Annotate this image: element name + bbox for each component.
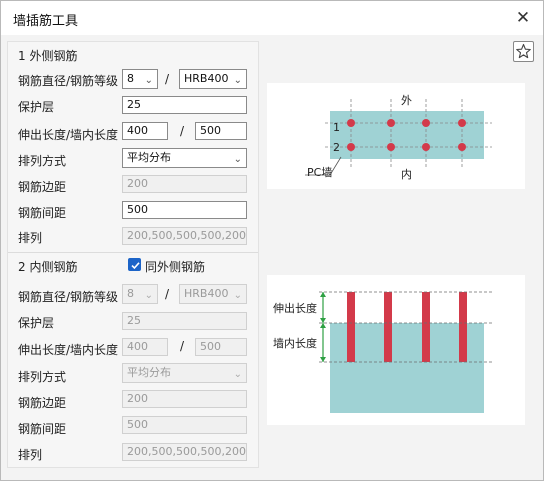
chevron-down-icon: ⌄: [233, 369, 242, 380]
close-icon[interactable]: ✕: [513, 8, 533, 28]
slash-separator: /: [165, 287, 170, 301]
inner-cover-input: 25: [122, 312, 247, 330]
outer-cover-input[interactable]: 25: [122, 96, 247, 114]
outer-diameter-select[interactable]: 8 ⌄: [122, 69, 158, 89]
window-title: 墙插筋工具: [13, 14, 79, 29]
inner-length-label: 伸出长度/墙内长度: [18, 343, 119, 357]
outer-grade-select[interactable]: HRB400 ⌄: [179, 69, 247, 89]
pc-wall-label: PC墙: [307, 165, 332, 179]
inner-layout-label: 排列: [18, 448, 43, 462]
chevron-down-icon: ⌄: [233, 154, 242, 165]
row1-label: 1: [333, 121, 340, 134]
same-as-outer-label[interactable]: 同外侧钢筋: [145, 258, 205, 275]
inside-label: 内: [401, 167, 412, 181]
outer-spacing-label: 钢筋间距: [18, 206, 67, 220]
outer-in-length-input[interactable]: 500: [195, 122, 247, 140]
tool-window: 墙插筋工具 ✕ 1 外侧钢筋 钢筋直径/钢筋等级 8 ⌄ / HRB400 ⌄ …: [0, 0, 544, 481]
star-icon[interactable]: [513, 41, 534, 62]
outside-label: 外: [401, 94, 412, 107]
outer-length-label: 伸出长度/墙内长度: [18, 128, 119, 142]
inner-cover-label: 保护层: [18, 316, 55, 330]
plan-diagram: 外 内 1 2 PC墙: [267, 83, 525, 189]
inner-spacing-input: 500: [122, 416, 247, 434]
section-diagram: 伸出长度 墙内长度: [267, 275, 525, 425]
inner-diameter-label: 钢筋直径/钢筋等级: [18, 290, 119, 304]
outer-layout-input: 200,500,500,500,200: [122, 227, 247, 245]
inner-out-length-input: 400: [122, 338, 168, 356]
inner-diameter-value: 8: [127, 287, 134, 300]
outer-arrange-select[interactable]: 平均分布 ⌄: [122, 148, 247, 168]
title-bar: 墙插筋工具 ✕: [1, 1, 543, 35]
outer-edge-label: 钢筋边距: [18, 180, 67, 194]
section-divider: [8, 252, 258, 253]
inner-grade-select: HRB400 ⌄: [179, 284, 247, 304]
chevron-down-icon: ⌄: [144, 290, 153, 301]
outer-grade-value: HRB400: [184, 72, 229, 85]
outer-edge-input: 200: [122, 175, 247, 193]
outer-out-length-input[interactable]: 400: [122, 122, 168, 140]
settings-panel: 1 外侧钢筋 钢筋直径/钢筋等级 8 ⌄ / HRB400 ⌄ 保护层 25 伸…: [7, 41, 259, 468]
outer-diameter-label: 钢筋直径/钢筋等级: [18, 74, 119, 88]
inner-diameter-select: 8 ⌄: [122, 284, 158, 304]
outer-section-header: 1 外侧钢筋: [18, 49, 78, 63]
inner-layout-input: 200,500,500,500,200: [122, 443, 247, 461]
inner-spacing-label: 钢筋间距: [18, 422, 67, 436]
inner-edge-input: 200: [122, 390, 247, 408]
outer-diameter-value: 8: [127, 72, 134, 85]
outer-arrange-value: 平均分布: [127, 151, 171, 164]
slash-separator: /: [165, 72, 170, 86]
pc-wall-rect: [330, 111, 484, 159]
inner-in-length-input: 500: [195, 338, 247, 356]
inner-arrange-select: 平均分布 ⌄: [122, 363, 247, 383]
slash-separator: /: [180, 124, 185, 138]
outer-cover-label: 保护层: [18, 100, 55, 114]
extend-length-label: 伸出长度: [273, 301, 317, 315]
inner-grade-value: HRB400: [184, 287, 229, 300]
inner-arrange-value: 平均分布: [127, 366, 171, 379]
chevron-down-icon: ⌄: [233, 75, 242, 86]
inner-length-label: 墙内长度: [273, 336, 317, 350]
inner-section-header: 2 内侧钢筋: [18, 260, 78, 274]
chevron-down-icon: ⌄: [233, 290, 242, 301]
inner-edge-label: 钢筋边距: [18, 396, 67, 410]
outer-layout-label: 排列: [18, 231, 43, 245]
row2-label: 2: [333, 141, 340, 154]
same-as-outer-checkbox[interactable]: [128, 258, 141, 271]
slash-separator: /: [180, 339, 185, 353]
chevron-down-icon: ⌄: [144, 75, 153, 86]
outer-spacing-input[interactable]: 500: [122, 201, 247, 219]
outer-arrange-label: 排列方式: [18, 154, 67, 168]
inner-arrange-label: 排列方式: [18, 370, 67, 384]
